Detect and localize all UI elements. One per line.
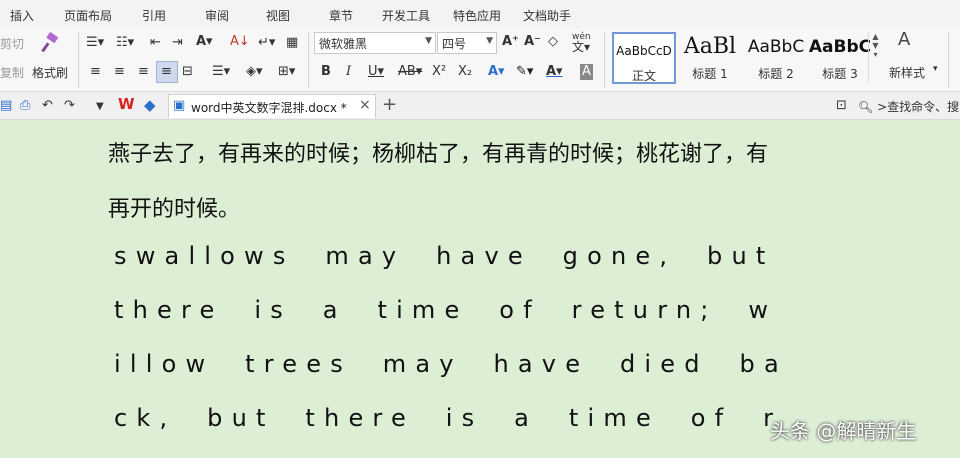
style-label: 正文 [631,69,656,83]
menu-bar: 插入 页面布局 引用 审阅 视图 章节 开发工具 特色应用 文档助手 [0,0,960,28]
strikethrough-icon[interactable]: AB▾ [398,64,422,80]
pinyin-char-icon: 文▾ [572,40,591,54]
document-icon: ▣ [173,98,186,113]
distributed-icon[interactable]: ⊟ [182,64,193,80]
outline-icon[interactable]: ▤ [0,98,12,114]
menu-tab-references[interactable]: 引用 [142,7,166,24]
menu-tab-insert[interactable]: 插入 [10,7,34,24]
shrink-font-icon[interactable]: A⁻ [524,34,541,50]
line-spacing-icon[interactable]: ☰▾ [212,64,230,80]
command-search[interactable]: 🔍︎ >查找命令、搜 [858,98,959,115]
style-label: 标题 2 [758,67,794,81]
menu-tab-special[interactable]: 特色应用 [453,7,501,24]
align-center-icon[interactable]: ≡ [114,64,125,80]
font-color-icon[interactable]: A▾ [546,64,563,80]
document-tab[interactable]: ▣ word中英文数字混排.docx * × [168,94,376,118]
watermark: 头条 @解晴新生 [770,419,917,443]
chevron-down-icon: ▼ [425,36,432,46]
style-label: 标题 3 [822,67,858,81]
decrease-indent-icon[interactable]: ⇤ [150,35,161,51]
bold-icon[interactable]: B [321,64,331,80]
doc-line-en-3: illow trees may have died ba [114,350,788,378]
document-tab-title: word中英文数字混排.docx * [191,101,347,115]
menu-tab-review[interactable]: 审阅 [205,7,229,24]
add-tab-icon[interactable]: + [382,94,397,115]
format-painter-button[interactable]: 格式刷 [32,64,68,81]
menu-tab-developer[interactable]: 开发工具 [382,7,430,24]
new-style-button[interactable]: 新样式 [889,64,925,81]
cut-button[interactable]: 剪切 [0,35,24,52]
text-effect-icon[interactable]: A▾ [488,64,505,80]
style-heading-2[interactable]: AaBbC 标题 2 [744,32,808,84]
border-icon[interactable]: ⊞▾ [278,64,295,80]
style-label: 标题 1 [692,67,728,81]
new-style-icon[interactable]: A [898,31,910,49]
numbered-list-icon[interactable]: ☷▾ [116,35,134,51]
tab-bar: ▤ ⎙ ↶ ↷ ▼ W ◆ ▣ word中英文数字混排.docx * × + ⊡… [0,92,960,120]
style-preview: AaBl [683,34,737,59]
ribbon-separator [78,32,79,88]
grow-font-icon[interactable]: A⁺ [502,34,519,50]
subscript-icon[interactable]: X₂ [458,64,472,80]
ribbon-separator [604,32,605,88]
wps-logo-icon[interactable]: W [118,96,135,112]
highlight-icon[interactable]: ✎▾ [516,64,533,80]
italic-icon[interactable]: I [346,64,351,80]
justify-icon[interactable]: ≡ [161,64,172,80]
show-marks-icon[interactable]: ↵▾ [258,35,275,51]
font-size-select[interactable]: 四号 ▼ [437,32,497,54]
chevron-down-icon[interactable]: ▾ [933,64,938,74]
chevron-down-icon: ▼ [486,36,493,46]
doc-line-en-1: swallows may have gone, but [114,242,775,270]
table-icon[interactable]: ▦ [286,35,298,51]
shading-icon[interactable]: ◈▾ [246,64,263,80]
copy-button[interactable]: 复制 [0,64,24,81]
increase-indent-icon[interactable]: ⇥ [172,35,183,51]
style-normal[interactable]: AaBbCcD 正文 [612,32,676,84]
format-painter-icon[interactable] [38,32,60,54]
undo-icon[interactable]: ↶ [42,98,53,114]
char-shading-icon[interactable]: A [580,64,593,80]
align-left-icon[interactable]: ≡ [90,64,101,80]
print-preview-icon[interactable]: ⎙ [20,98,30,114]
close-icon[interactable]: × [359,97,371,113]
styles-scroll[interactable]: ▲ ▼ ▾ [868,32,882,82]
style-preview: AaBbC [747,37,805,57]
search-placeholder: 查找命令、搜 [887,100,960,114]
doc-line-cn-1: 燕子去了，有再来的时候；杨柳枯了，有再青的时候；桃花谢了，有 [108,142,769,167]
font-name-select[interactable]: 微软雅黑 ▼ [314,32,436,54]
sort-icon[interactable]: A↓ [230,34,250,50]
menu-tab-page-layout[interactable]: 页面布局 [64,7,112,24]
document-page[interactable]: 燕子去了，有再来的时候；杨柳枯了，有再青的时候；桃花谢了，有 再开的时候。 sw… [0,120,960,458]
align-right-icon[interactable]: ≡ [138,64,149,80]
cube-icon[interactable]: ◆ [144,97,156,113]
underline-icon[interactable]: U▾ [368,64,384,80]
chevron-right-icon: > [877,100,888,114]
ribbon: 剪切 复制 格式刷 ☰▾ ☷▾ ⇤ ⇥ A▾ A↓ ↵▾ ▦ ≡ ≡ ≡ ≡ ⊟… [0,28,960,92]
bullet-list-icon[interactable]: ☰▾ [86,35,104,51]
ribbon-separator [308,32,309,88]
chevron-down-icon[interactable]: ▼ [96,99,104,115]
style-heading-3[interactable]: AaBbC 标题 3 [808,32,872,84]
style-heading-1[interactable]: AaBl 标题 1 [678,32,742,84]
doc-line-en-2: there is a time of return; w [114,296,778,324]
ribbon-separator [948,32,949,88]
doc-line-en-4: ck, but there is a time of r [114,404,783,432]
menu-tab-view[interactable]: 视图 [266,7,290,24]
superscript-icon[interactable]: X² [432,64,446,80]
doc-line-cn-2: 再开的时候。 [108,197,241,222]
font-size-value: 四号 [442,37,467,51]
search-icon: 🔍︎ [858,100,874,114]
styles-gallery: AaBbCcD 正文 AaBl 标题 1 AaBbC 标题 2 AaBbC 标题… [612,32,884,84]
style-preview: AaBbC [808,37,872,57]
clear-format-icon[interactable]: ◇ [548,34,558,50]
menu-tab-doc-assistant[interactable]: 文档助手 [523,7,571,24]
font-name-value: 微软雅黑 [319,37,368,51]
menu-tab-chapter[interactable]: 章节 [329,7,353,24]
redo-icon[interactable]: ↷ [64,98,75,114]
change-case-icon[interactable]: A▾ [196,34,213,50]
collapse-icon[interactable]: ⊡ [836,98,847,114]
